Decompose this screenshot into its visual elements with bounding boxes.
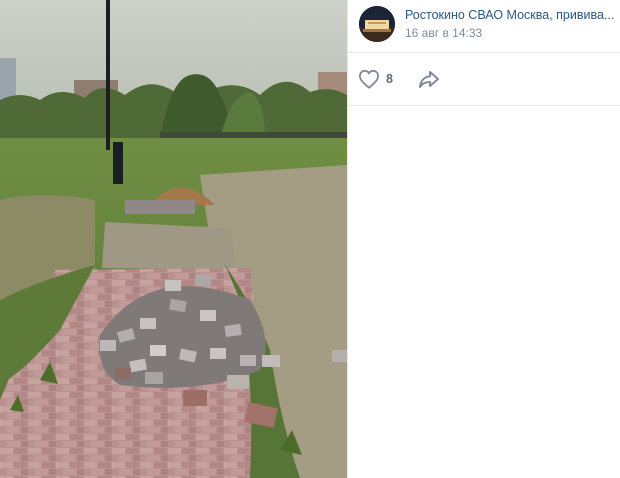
post-photo[interactable] [0, 0, 347, 478]
post-panel: Ростокино СВАО Москва, привива... 16 авг… [347, 0, 620, 478]
community-avatar[interactable] [359, 6, 395, 42]
like-button[interactable]: 8 [358, 67, 393, 91]
like-count: 8 [386, 72, 393, 86]
heart-icon [358, 69, 380, 89]
post-author-link[interactable]: Ростокино СВАО Москва, привива... [405, 8, 617, 22]
share-arrow-icon [419, 71, 439, 88]
post-date[interactable]: 16 авг в 14:33 [405, 26, 482, 40]
post-header: Ростокино СВАО Москва, привива... 16 авг… [348, 0, 620, 52]
post-actions: 8 [348, 53, 620, 105]
avatar-image [359, 6, 395, 42]
share-button[interactable] [417, 68, 441, 90]
actions-divider [348, 105, 620, 106]
photo-image [0, 0, 347, 478]
